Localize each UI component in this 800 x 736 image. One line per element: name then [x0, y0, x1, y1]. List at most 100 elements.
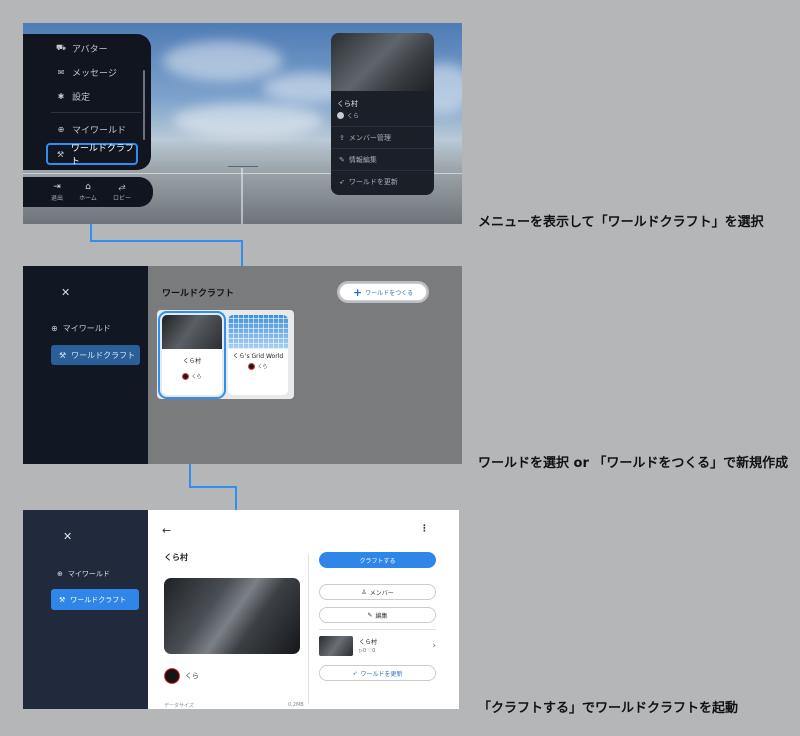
instance-thumbnail	[319, 636, 353, 656]
sidebar: ✕ ⊕ マイワールド ⚒ ワールドクラフト	[23, 266, 148, 464]
owner-name: くら	[191, 374, 202, 380]
connector-line	[241, 240, 243, 267]
update-world-button[interactable]: ➶ ワールドを更新	[331, 170, 434, 192]
cloud	[173, 103, 323, 138]
share-icon: ⇪	[339, 133, 345, 142]
person-icon: ♙	[361, 588, 367, 596]
menu-item-label: ワールドクラフト	[70, 144, 134, 167]
instance-stats: ▷0 ♡0	[359, 648, 376, 654]
craft-button[interactable]: クラフトする	[319, 552, 436, 568]
owner-name: くら	[185, 672, 199, 680]
pencil-icon: ✎	[367, 611, 373, 619]
exit-icon: ⇥	[53, 182, 61, 192]
menu-item-avatar[interactable]: ⛟ アバター	[23, 36, 151, 60]
step2-screenshot: ✕ ⊕ マイワールド ⚒ ワールドクラフト ワールドクラフト + ワールドをつくる く…	[23, 266, 462, 464]
button-label: クラフトする	[359, 557, 396, 565]
data-size-value: 0.2MB	[288, 702, 304, 708]
world-owner: くら	[162, 373, 222, 380]
member-manage-button[interactable]: ⇪ メンバー管理	[331, 126, 434, 148]
world-owner: くら	[331, 111, 434, 126]
menu-item-settings[interactable]: ✱ 設定	[23, 84, 151, 108]
hammer-icon: ⚒	[59, 595, 66, 604]
pencil-icon: ✎	[339, 155, 345, 164]
exit-button[interactable]: ⇥ 退出	[51, 182, 63, 202]
step3-caption: 「クラフトする」でワールドクラフトを起動	[478, 701, 739, 716]
world-info-card: くら村 くら ⇪ メンバー管理 ✎ 情報編集 ➶ ワールドを更新	[331, 33, 434, 195]
home-button[interactable]: ⌂ ホーム	[79, 182, 97, 202]
button-label: 編集	[375, 612, 388, 620]
cloud	[163, 41, 283, 81]
step3-screenshot: ✕ ⊕ マイワールド ⚒ ワールドクラフト ← ⋮ くら村 くら データサイズ 0.…	[23, 510, 459, 709]
avatar	[248, 363, 256, 370]
home-icon: ⌂	[85, 182, 91, 192]
sidebar-item-label: マイワールド	[67, 570, 110, 578]
crosshair	[228, 166, 258, 167]
button-label: ワールドを更新	[360, 670, 403, 678]
more-options-icon[interactable]: ⋮	[420, 524, 429, 534]
globe-icon: ⊕	[51, 324, 58, 333]
menu-item-messages[interactable]: ✉ メッセージ	[23, 60, 151, 84]
button-label: メンバー	[369, 589, 394, 597]
chevron-right-icon: ›	[432, 641, 436, 651]
world-instance-row[interactable]: くら村 ▷0 ♡0 ›	[319, 636, 436, 660]
back-arrow-icon[interactable]: ←	[162, 524, 171, 537]
menu-item-my-world[interactable]: ⊕ マイワールド	[23, 117, 151, 141]
plus-icon: +	[352, 285, 363, 299]
sidebar-item-world-craft[interactable]: ⚒ ワールドクラフト	[51, 345, 140, 365]
rocket-icon: ➶	[352, 669, 358, 677]
edit-info-button[interactable]: ✎ 情報編集	[331, 148, 434, 170]
members-button[interactable]: ♙ メンバー	[319, 584, 436, 600]
hammer-icon: ⚒	[59, 350, 67, 360]
lobby-icon: ⥄	[118, 182, 126, 192]
world-thumbnail	[162, 315, 222, 349]
sidebar: ✕ ⊕ マイワールド ⚒ ワールドクラフト	[23, 510, 148, 709]
avatar	[164, 668, 180, 684]
divider	[308, 554, 309, 704]
bottom-bar-label: ホーム	[79, 195, 97, 202]
hammer-icon: ⚒	[56, 149, 65, 159]
main-menu: ⛟ アバター ✉ メッセージ ✱ 設定 ⊕ マイワールド ⚒ ワールドクラフト	[23, 34, 151, 170]
edit-button[interactable]: ✎ 編集	[319, 607, 436, 623]
update-world-button[interactable]: ➶ ワールドを更新	[319, 665, 436, 681]
grid-line	[241, 168, 243, 224]
sidebar-item-my-world[interactable]: ⊕ マイワールド	[51, 323, 111, 334]
close-icon[interactable]: ✕	[61, 286, 70, 299]
sidebar-item-world-craft[interactable]: ⚒ ワールドクラフト	[51, 589, 139, 610]
world-thumbnail	[331, 33, 434, 91]
world-name: くら村	[337, 100, 358, 108]
globe-icon: ⊕	[57, 570, 63, 578]
sidebar-item-label: ワールドクラフト	[70, 595, 127, 604]
world-name: くら村	[182, 358, 201, 365]
world-name: くら村	[164, 553, 188, 562]
world-card-kuramura[interactable]: くら村 くら	[158, 311, 226, 399]
bottom-bar: ⇥ 退出 ⌂ ホーム ⥄ ロビー	[23, 177, 153, 207]
lobby-button[interactable]: ⥄ ロビー	[113, 182, 131, 202]
action-label: メンバー管理	[348, 133, 391, 142]
rocket-icon: ➶	[339, 177, 345, 186]
avatar-icon: ⛟	[55, 43, 67, 52]
page-title: ワールドクラフト	[162, 289, 235, 299]
sidebar-item-label: マイワールド	[62, 324, 111, 333]
create-world-button[interactable]: + ワールドをつくる	[339, 283, 427, 301]
world-thumbnail	[228, 315, 288, 349]
owner-name: くら	[257, 364, 268, 370]
menu-divider	[51, 112, 141, 113]
world-card-grid-world[interactable]: くら's Grid World くら	[228, 315, 288, 395]
owner-name: くら	[347, 113, 360, 120]
instance-name: くら村	[359, 639, 378, 646]
bottom-bar-label: ロビー	[112, 195, 131, 202]
avatar	[337, 112, 344, 119]
sidebar-item-label: ワールドクラフト	[71, 350, 136, 360]
divider	[319, 629, 436, 630]
close-icon[interactable]: ✕	[63, 530, 72, 543]
gear-icon: ✱	[57, 91, 65, 101]
menu-scrollbar[interactable]	[143, 70, 145, 140]
action-label: ワールドを更新	[348, 177, 398, 186]
menu-item-label: メッセージ	[72, 68, 117, 79]
world-thumbnail	[164, 578, 300, 654]
sidebar-item-my-world[interactable]: ⊕ マイワールド	[57, 569, 110, 579]
menu-item-label: 設定	[72, 92, 91, 103]
menu-item-world-craft[interactable]: ⚒ ワールドクラフト	[46, 143, 138, 167]
world-name: くら's Grid World	[232, 353, 284, 360]
world-owner: くら	[228, 363, 288, 370]
